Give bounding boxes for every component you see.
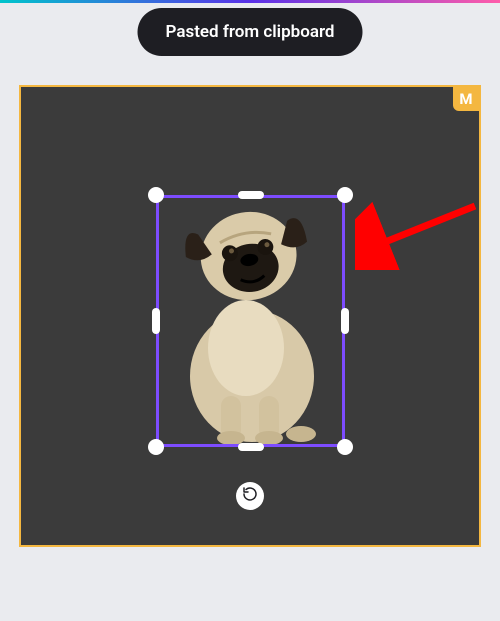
- rotate-icon: [242, 486, 258, 506]
- canvas[interactable]: M: [19, 85, 481, 547]
- rotate-button[interactable]: [236, 482, 264, 510]
- resize-handle-bottom-right[interactable]: [337, 439, 353, 455]
- app-header-gradient: [0, 0, 500, 3]
- resize-handle-top-left[interactable]: [148, 187, 164, 203]
- selected-element[interactable]: [156, 195, 345, 447]
- resize-handle-right[interactable]: [341, 308, 349, 334]
- resize-handle-top[interactable]: [238, 191, 264, 199]
- resize-handle-left[interactable]: [152, 308, 160, 334]
- resize-handle-bottom[interactable]: [238, 443, 264, 451]
- pasted-image[interactable]: [159, 198, 342, 444]
- toast-notification: Pasted from clipboard: [138, 8, 363, 56]
- modified-badge: M: [453, 87, 479, 111]
- resize-handle-top-right[interactable]: [337, 187, 353, 203]
- badge-letter: M: [459, 90, 472, 108]
- toast-text: Pasted from clipboard: [166, 22, 335, 42]
- resize-handle-bottom-left[interactable]: [148, 439, 164, 455]
